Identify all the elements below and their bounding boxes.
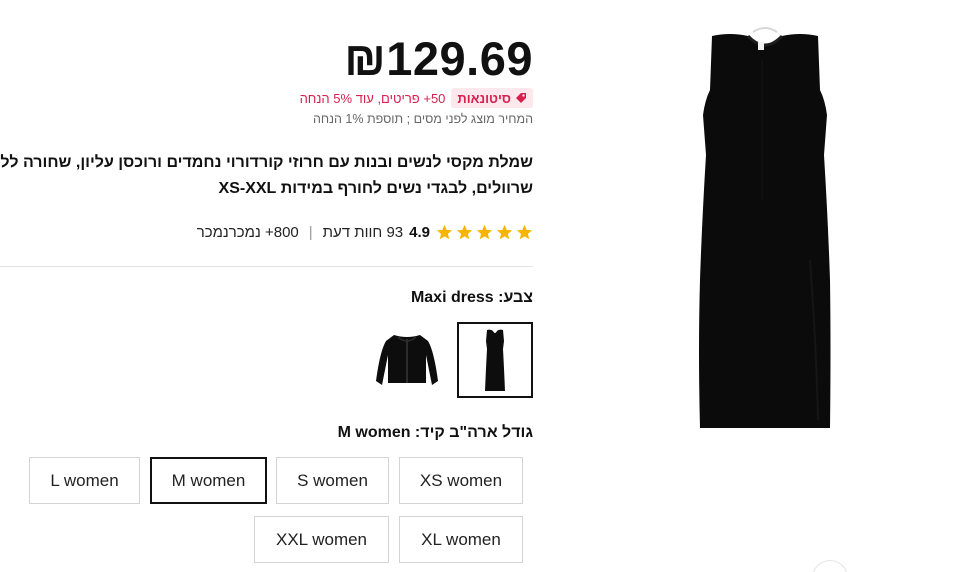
color-label: צבע: Maxi dress: [410, 289, 533, 306]
size-option-xs[interactable]: XS women: [399, 457, 523, 504]
size-label: גודל ארה"ב קיד: M women: [337, 424, 533, 441]
dress-thumbnail: [485, 329, 505, 391]
rating-row[interactable]: 4.9 93 חוות דעת | 800+ נמכרנמכר: [197, 220, 533, 244]
promo-text: 50+ פריטים, עוד 5% הנחה: [299, 90, 446, 106]
wholesale-badge-label: סיטונאות: [457, 90, 511, 106]
star-icon: [516, 224, 533, 239]
separator: |: [308, 223, 313, 241]
star-icon: [476, 224, 493, 239]
divider: [0, 266, 533, 267]
rating-value: 4.9: [409, 223, 430, 241]
size-option-s[interactable]: S women: [276, 457, 389, 504]
color-swatches: [369, 322, 533, 398]
size-option-l[interactable]: L women: [29, 457, 140, 504]
rating-stars: [436, 224, 533, 241]
product-page: ₪129.69 סיטונאות 50+ פריטים, עוד 5% הנחה…: [0, 0, 967, 572]
promo-row: סיטונאות 50+ פריטים, עוד 5% הנחה: [300, 87, 533, 109]
product-main-image[interactable]: [650, 20, 880, 440]
star-icon: [456, 224, 473, 239]
swatch-maxi-dress[interactable]: [457, 322, 533, 398]
jacket-thumbnail: [376, 335, 438, 385]
size-option-xl[interactable]: XL women: [399, 516, 523, 563]
dress-illustration: [699, 27, 831, 428]
product-title: שמלת מקסי לנשים ובנות עם חרוזי קורדורוי …: [0, 154, 533, 197]
tag-icon: [516, 93, 526, 103]
size-option-m[interactable]: M women: [150, 457, 267, 504]
size-option-xxl[interactable]: XXL women: [254, 516, 389, 563]
sold-count: 800+ נמכרנמכר: [196, 223, 299, 241]
review-count[interactable]: 93 חוות דעת: [323, 224, 403, 241]
star-icon: [496, 224, 513, 239]
wholesale-badge[interactable]: סיטונאות: [451, 88, 533, 108]
price: ₪129.69: [344, 32, 533, 85]
swatch-jacket[interactable]: [369, 322, 445, 398]
star-icon: [436, 224, 453, 239]
zoom-button[interactable]: [812, 560, 848, 572]
tax-note: המחיר מוצג לפני מסים ; תוספת 1% הנחה: [313, 112, 533, 126]
